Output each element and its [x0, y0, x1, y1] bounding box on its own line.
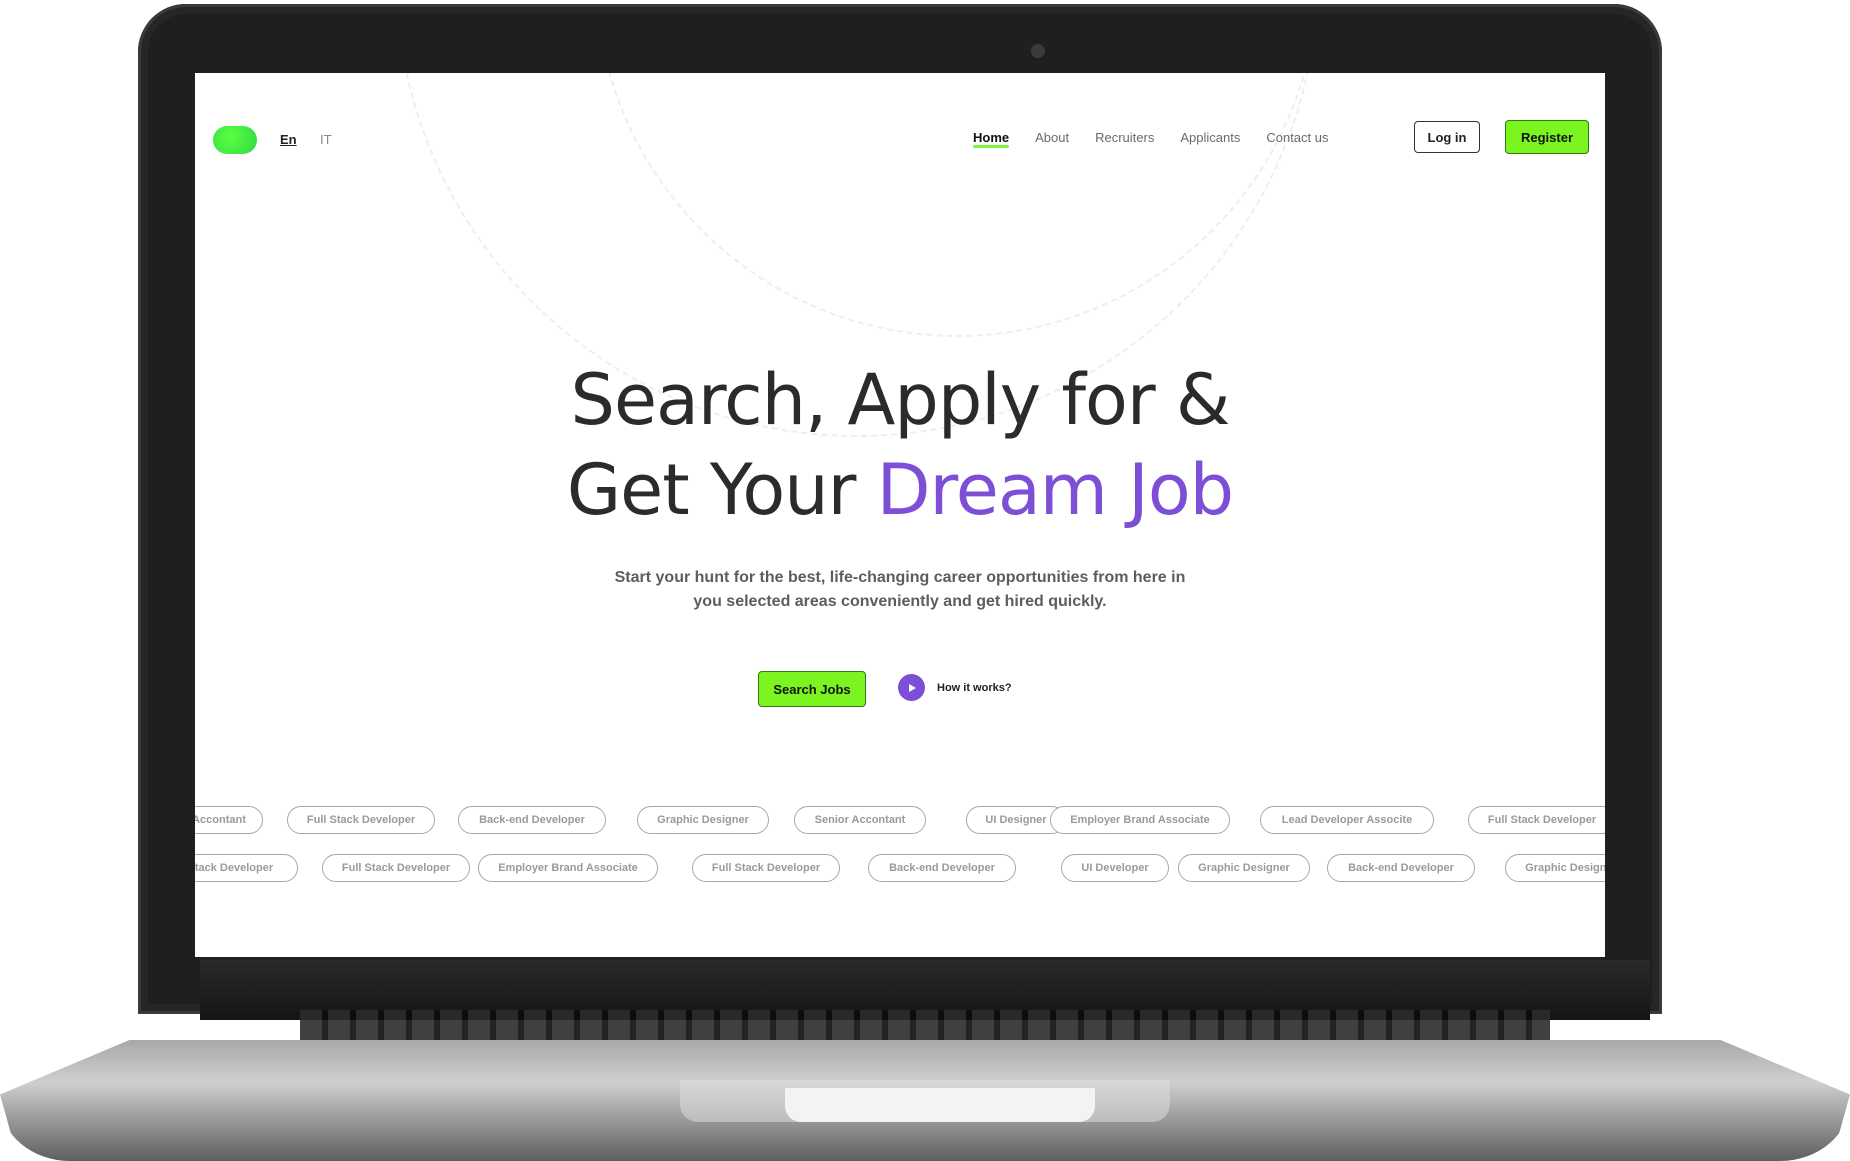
job-tag[interactable]: Full Stack Developer: [195, 854, 298, 882]
hero-title-plain: Get Your: [566, 449, 877, 531]
language-it[interactable]: IT: [320, 132, 332, 147]
search-jobs-button[interactable]: Search Jobs: [758, 671, 866, 707]
nav-recruiters[interactable]: Recruiters: [1095, 130, 1154, 145]
main-nav: Home About Recruiters Applicants Contact…: [973, 130, 1329, 148]
nav-contact[interactable]: Contact us: [1266, 130, 1328, 145]
job-tag[interactable]: Graphic Designer: [637, 806, 769, 834]
job-tag[interactable]: Full Stack Developer: [287, 806, 435, 834]
nav-applicants[interactable]: Applicants: [1180, 130, 1240, 145]
hero-subtitle-line1: Start your hunt for the best, life-chang…: [614, 569, 1186, 586]
hero-title-line1: Search, Apply for &: [570, 359, 1231, 441]
nav-home[interactable]: Home: [973, 130, 1010, 148]
laptop-notch: [785, 1088, 1095, 1122]
job-tag[interactable]: Back-end Developer: [458, 806, 606, 834]
login-button[interactable]: Log in: [1414, 121, 1480, 153]
job-tag[interactable]: Full Stack Developer: [322, 854, 470, 882]
how-it-works-label: How it works?: [937, 681, 1012, 694]
nav-about[interactable]: About: [1035, 130, 1069, 145]
hero-title: Search, Apply for & Get Your Dream Job: [195, 355, 1605, 535]
job-tags-row-2: Full Stack Developer Full Stack Develope…: [195, 854, 1605, 884]
job-tag[interactable]: Back-end Developer: [868, 854, 1016, 882]
job-tag[interactable]: UI Developer: [1061, 854, 1169, 882]
camera-icon: [1031, 44, 1045, 58]
top-navigation: En IT Home About Recruiters Applicants C…: [195, 73, 1605, 183]
job-tag[interactable]: Employer Brand Associate: [478, 854, 658, 882]
hero-title-line2: Get Your Dream Job: [195, 445, 1605, 535]
job-tag[interactable]: Full Stack Developer: [1468, 806, 1605, 834]
how-it-works-link[interactable]: How it works?: [898, 674, 1012, 701]
job-tag[interactable]: Full Stack Developer: [692, 854, 840, 882]
job-tag[interactable]: Accontant: [195, 806, 263, 834]
job-tag[interactable]: Senior Accontant: [794, 806, 926, 834]
job-tag[interactable]: Lead Developer Associte: [1260, 806, 1434, 834]
logo[interactable]: [213, 126, 257, 154]
language-en[interactable]: En: [280, 132, 297, 147]
job-tag[interactable]: Graphic Designer: [1505, 854, 1605, 882]
register-button[interactable]: Register: [1505, 120, 1589, 154]
play-icon[interactable]: [898, 674, 925, 701]
hero-subtitle-line2: you selected areas conveniently and get …: [693, 593, 1107, 610]
job-tags-row-1: Accontant Full Stack Developer Back-end …: [195, 806, 1605, 836]
job-tag[interactable]: Graphic Designer: [1178, 854, 1310, 882]
web-page: En IT Home About Recruiters Applicants C…: [195, 73, 1605, 957]
job-tag[interactable]: Employer Brand Associate: [1050, 806, 1230, 834]
hero-title-accent: Dream Job: [876, 449, 1234, 531]
hero-subtitle: Start your hunt for the best, life-chang…: [590, 566, 1210, 614]
job-tag[interactable]: Back-end Developer: [1327, 854, 1475, 882]
